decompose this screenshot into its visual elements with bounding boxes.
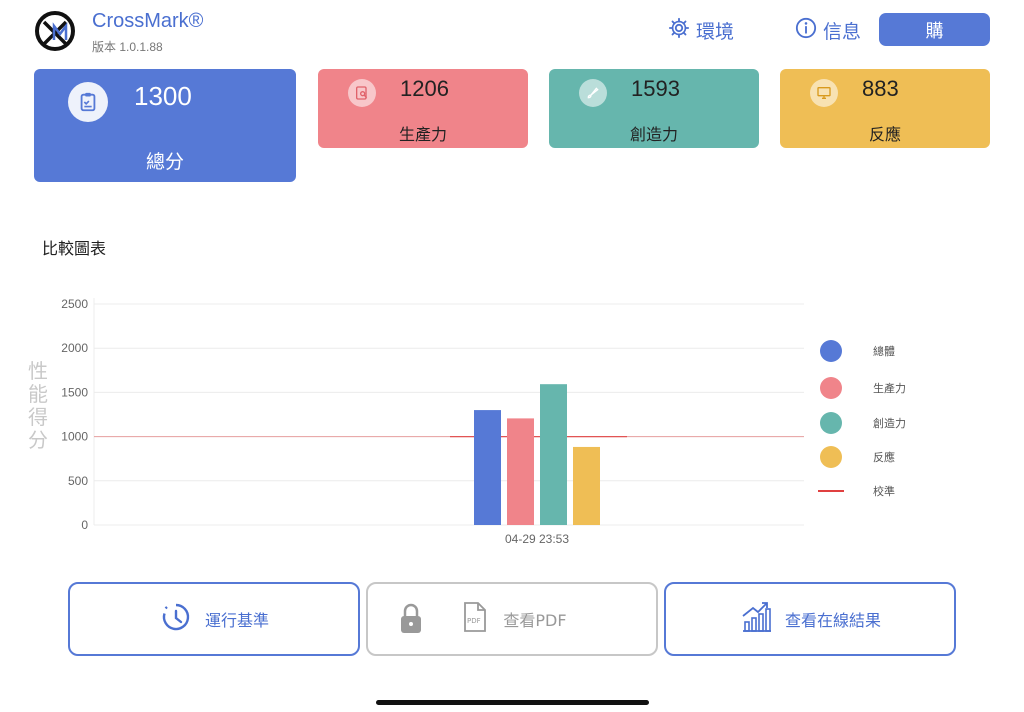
total-score-value: 1300 [134, 81, 192, 111]
creativity-score-label: 創造力 [629, 125, 678, 144]
productivity-score-value: 1206 [400, 76, 449, 101]
legend-swatch-productivity [820, 377, 842, 399]
responsiveness-score-value: 883 [862, 76, 899, 101]
legend-item-responsiveness: 反應 [820, 446, 980, 468]
document-search-icon [348, 79, 376, 107]
app-version: 版本 1.0.1.88 [92, 40, 163, 54]
y-tick-label: 2000 [61, 341, 88, 355]
svg-text:PDF: PDF [467, 617, 481, 625]
bar-3 [540, 384, 567, 525]
chart-title: 比較圖表 [42, 239, 107, 258]
buy-button[interactable]: 購 [879, 13, 990, 46]
app-title: CrossMark® [92, 10, 204, 32]
pdf-icon: PDF [457, 600, 491, 638]
monitor-icon [810, 79, 838, 107]
legend-item-overall: 總體 [820, 340, 980, 362]
run-benchmark-label: 運行基準 [204, 611, 269, 630]
view-pdf-label: 查看PDF [503, 611, 567, 630]
view-online-results-label: 查看在線結果 [784, 611, 881, 630]
y-tick-label: 0 [81, 518, 88, 532]
y-tick-label: 1500 [61, 385, 88, 399]
productivity-score-label: 生產力 [398, 125, 447, 144]
clipboard-check-icon [68, 82, 108, 122]
bar-chart-growth-icon [739, 600, 773, 638]
total-score-card: 1300 總分 [34, 69, 296, 182]
legend-item-creativity: 創造力 [820, 412, 980, 434]
legend-label-overall: 總體 [873, 345, 895, 358]
legend-label-calibration: 校準 [873, 485, 895, 498]
info-icon [795, 17, 817, 44]
y-tick-label: 500 [68, 474, 88, 488]
view-pdf-button[interactable]: PDF 查看PDF [366, 582, 658, 656]
settings-button[interactable]: 環境 [668, 16, 734, 44]
creativity-score-value: 1593 [631, 76, 680, 101]
x-tick-label: 04-29 23:53 [505, 532, 569, 546]
legend-swatch-responsiveness [820, 446, 842, 468]
legend-label-productivity: 生產力 [873, 382, 906, 395]
legend-line-calibration [818, 490, 844, 492]
legend-label-responsiveness: 反應 [873, 451, 895, 464]
lock-icon [394, 602, 428, 640]
productivity-score-card: 1206 生產力 [318, 69, 528, 148]
total-score-label: 總分 [145, 151, 184, 173]
bar-2 [507, 418, 534, 525]
responsiveness-score-label: 反應 [868, 125, 901, 144]
info-button[interactable]: 信息 [795, 16, 861, 44]
gear-icon [668, 17, 690, 44]
bar-1 [474, 410, 501, 525]
legend-swatch-overall [820, 340, 842, 362]
y-tick-label: 1000 [61, 430, 88, 444]
legend-swatch-creativity [820, 412, 842, 434]
timer-icon [159, 600, 193, 638]
info-label: 信息 [823, 20, 862, 43]
crossmark-logo [34, 10, 76, 52]
y-tick-label: 2500 [61, 297, 88, 311]
creativity-score-card: 1593 創造力 [549, 69, 759, 148]
legend-item-calibration: 校準 [818, 480, 980, 502]
run-benchmark-button[interactable]: 運行基準 [68, 582, 360, 656]
legend-label-creativity: 創造力 [873, 417, 906, 430]
legend-item-productivity: 生產力 [820, 377, 980, 399]
settings-label: 環境 [696, 20, 735, 43]
bar-4 [573, 446, 600, 525]
brush-icon [579, 79, 607, 107]
responsiveness-score-card: 883 反應 [780, 69, 990, 148]
home-indicator [376, 700, 649, 705]
view-online-results-button[interactable]: 查看在線結果 [664, 582, 956, 656]
